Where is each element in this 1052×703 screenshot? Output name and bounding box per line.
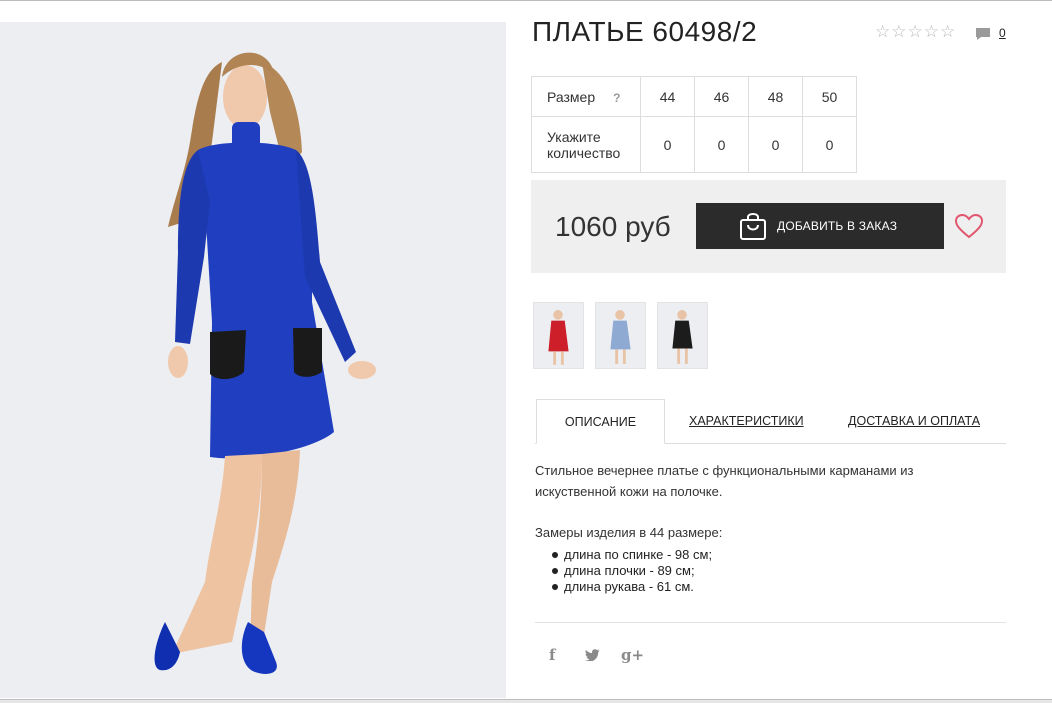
size-value: 44 (640, 76, 695, 117)
add-to-order-label: ДОБАВИТЬ В ЗАКАЗ (777, 219, 898, 233)
size-help-icon[interactable]: ? (613, 91, 620, 105)
rating-stars[interactable]: ☆☆☆☆☆ (875, 22, 956, 42)
twitter-icon[interactable] (585, 649, 600, 661)
comment-icon[interactable] (975, 27, 991, 41)
top-border (0, 0, 1052, 1)
price: 1060 руб (555, 211, 671, 242)
description-text: Стильное вечернее платье с функциональны… (535, 463, 914, 499)
size-quantity-table: Размер? 44 46 48 50 Укажите количество 0… (531, 76, 857, 173)
buy-box: 1060 руб ДОБАВИТЬ В ЗАКАЗ (531, 180, 1006, 273)
measures-list: длина по спинке - 98 см; длина плочки - … (549, 547, 712, 595)
list-item: длина плочки - 89 см; (549, 563, 712, 579)
heart-icon[interactable] (954, 213, 984, 239)
thumbnail-black[interactable] (657, 302, 708, 369)
measures-title: Замеры изделия в 44 размере: (535, 525, 723, 540)
quantity-label: Укажите количество (531, 116, 641, 173)
product-main-image[interactable] (0, 22, 506, 698)
quantity-input[interactable]: 0 (802, 116, 857, 173)
shopping-bag-icon (740, 213, 766, 240)
tab-characteristics[interactable]: ХАРАКТЕРИСТИКИ (689, 399, 804, 444)
add-to-order-button[interactable]: ДОБАВИТЬ В ЗАКАЗ (696, 203, 944, 249)
thumbnail-light-blue[interactable] (595, 302, 646, 369)
divider (535, 622, 1006, 623)
product-title: ПЛАТЬЕ 60498/2 (532, 16, 758, 47)
size-label: Размер (547, 88, 596, 105)
quantity-input[interactable]: 0 (640, 116, 695, 173)
tab-delivery-payment[interactable]: ДОСТАВКА И ОПЛАТА (848, 399, 980, 444)
size-label-cell: Размер? (531, 76, 641, 117)
quantity-input[interactable]: 0 (694, 116, 749, 173)
comments-count-link[interactable]: 0 (999, 26, 1006, 40)
quantity-input[interactable]: 0 (748, 116, 803, 173)
size-value: 48 (748, 76, 803, 117)
thumbnail-red[interactable] (533, 302, 584, 369)
tab-description[interactable]: ОПИСАНИЕ (536, 399, 665, 444)
bottom-scrollbar (0, 699, 1052, 703)
facebook-icon[interactable]: f (549, 646, 555, 664)
list-item: длина по спинке - 98 см; (549, 547, 712, 563)
list-item: длина рукава - 61 см. (549, 579, 712, 595)
size-value: 50 (802, 76, 857, 117)
google-plus-icon[interactable]: g+ (621, 646, 644, 664)
product-tabs: ОПИСАНИЕ ХАРАКТЕРИСТИКИ ДОСТАВКА И ОПЛАТ… (535, 399, 1006, 444)
size-value: 46 (694, 76, 749, 117)
